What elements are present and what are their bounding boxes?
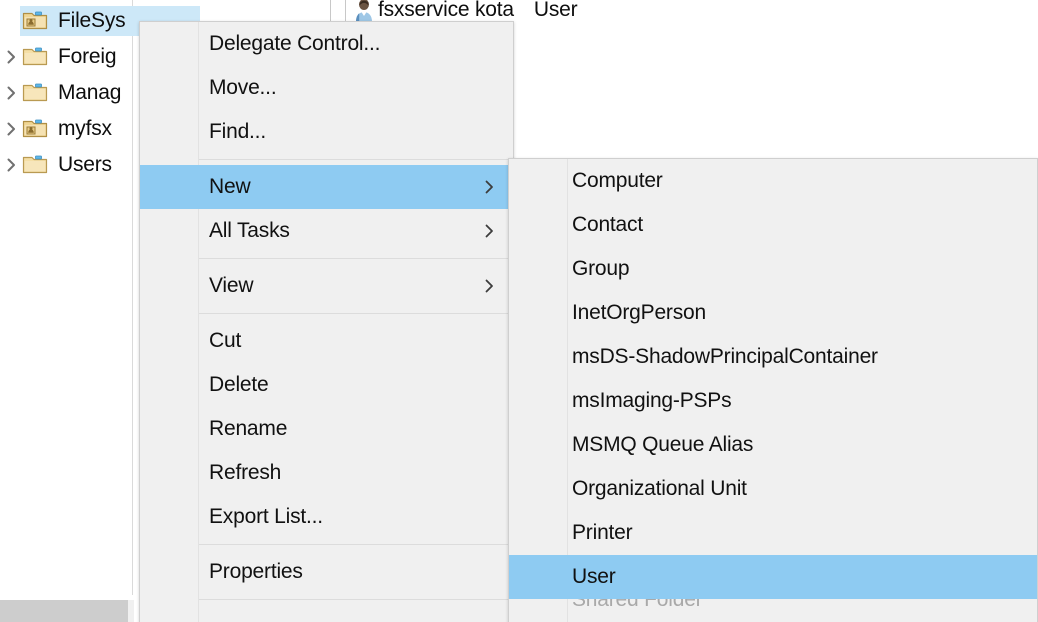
- submenu-item-organizational-unit[interactable]: Organizational Unit: [509, 467, 1037, 511]
- menu-item-label: Rename: [209, 417, 288, 440]
- submenu-item-printer[interactable]: Printer: [509, 511, 1037, 555]
- tree-item-users[interactable]: Users: [0, 147, 133, 183]
- submenu-item-label: MSMQ Queue Alias: [572, 433, 754, 456]
- submenu-item-label: Group: [572, 257, 630, 280]
- submenu-item-label: Computer: [572, 169, 663, 192]
- menu-separator: [199, 544, 513, 545]
- menu-separator: [199, 159, 513, 160]
- column-separator[interactable]: [330, 0, 331, 22]
- menu-item-label: All Tasks: [209, 219, 290, 242]
- new-submenu[interactable]: Computer Contact Group InetOrgPerson msDS-Sh…: [508, 158, 1038, 622]
- user-icon: [352, 0, 378, 21]
- submenu-item-inetorgperson[interactable]: InetOrgPerson: [509, 291, 1037, 335]
- column-separator[interactable]: [345, 0, 346, 22]
- submenu-item-label: msImaging-PSPs: [572, 389, 732, 412]
- folder-icon: [22, 153, 50, 177]
- menu-item-export-list[interactable]: Export List...: [140, 495, 513, 539]
- menu-item-rename[interactable]: Rename: [140, 407, 513, 451]
- menu-item-label: Refresh: [209, 461, 282, 484]
- menu-item-view[interactable]: View: [140, 264, 513, 308]
- tree-item-manag[interactable]: Manag: [0, 75, 133, 111]
- tree-item-label: Users: [58, 153, 112, 176]
- scrollbar-thumb[interactable]: [0, 600, 128, 622]
- submenu-item-shared-folder[interactable]: Shared Folder: [509, 599, 1037, 621]
- menu-separator: [199, 313, 513, 314]
- submenu-item-label: User: [572, 565, 616, 588]
- menu-item-properties[interactable]: Properties: [140, 550, 513, 594]
- folder-icon: [22, 45, 50, 69]
- menu-item-new[interactable]: New: [140, 165, 513, 209]
- submenu-item-label: InetOrgPerson: [572, 301, 706, 324]
- submenu-item-list: Computer Contact Group InetOrgPerson msDS-Sh…: [509, 159, 1037, 621]
- chevron-right-icon[interactable]: [0, 50, 22, 64]
- tree-item-label: FileSys: [58, 9, 126, 32]
- tree-item-label: myfsx: [58, 117, 112, 140]
- menu-item-delete[interactable]: Delete: [140, 363, 513, 407]
- menu-item-label: Cut: [209, 329, 242, 352]
- tree-horizontal-scrollbar[interactable]: [0, 600, 134, 622]
- submenu-item-computer[interactable]: Computer: [509, 159, 1037, 203]
- menu-item-all-tasks[interactable]: All Tasks: [140, 209, 513, 253]
- chevron-right-icon: [484, 223, 495, 239]
- menu-item-label: Delegate Control...: [209, 32, 381, 55]
- ou-folder-icon: [22, 9, 50, 33]
- menu-item-move[interactable]: Move...: [140, 66, 513, 110]
- tree-item-label: Manag: [58, 81, 122, 104]
- list-item-name: fsxservice kota: [378, 0, 514, 21]
- menu-item-label: View: [209, 274, 254, 297]
- tree-item-myfsx[interactable]: myfsx: [0, 111, 133, 147]
- screen-root: fsxservice kota User FileSys Foreig Manag m…: [0, 0, 1038, 622]
- menu-item-label: Properties: [209, 560, 303, 583]
- menu-item-label: New: [209, 175, 251, 198]
- chevron-right-icon[interactable]: [0, 158, 22, 172]
- submenu-item-msmq-queue-alias[interactable]: MSMQ Queue Alias: [509, 423, 1037, 467]
- submenu-item-label: Contact: [572, 213, 643, 236]
- menu-item-label: Find...: [209, 120, 266, 143]
- submenu-item-label: msDS-ShadowPrincipalContainer: [572, 345, 878, 368]
- submenu-item-label: Printer: [572, 521, 633, 544]
- chevron-right-icon: [484, 278, 495, 294]
- chevron-right-icon: [484, 179, 495, 195]
- menu-item-label: Move...: [209, 76, 277, 99]
- menu-item-find[interactable]: Find...: [140, 110, 513, 154]
- chevron-right-icon[interactable]: [0, 86, 22, 100]
- submenu-item-msds-shadowprincipalcontainer[interactable]: msDS-ShadowPrincipalContainer: [509, 335, 1037, 379]
- menu-item-delegate-control[interactable]: Delegate Control...: [140, 22, 513, 66]
- list-item[interactable]: fsxservice kota User: [352, 0, 578, 22]
- menu-item-refresh[interactable]: Refresh: [140, 451, 513, 495]
- submenu-item-label: Organizational Unit: [572, 477, 747, 500]
- submenu-item-label: Shared Folder: [572, 599, 703, 611]
- folder-icon: [22, 81, 50, 105]
- list-panel: fsxservice kota User: [134, 0, 1038, 22]
- menu-item-label: Delete: [209, 373, 269, 396]
- submenu-item-contact[interactable]: Contact: [509, 203, 1037, 247]
- chevron-right-icon[interactable]: [0, 122, 22, 136]
- menu-item-label: Export List...: [209, 505, 323, 528]
- menu-separator: [199, 258, 513, 259]
- context-menu[interactable]: Delegate Control... Move... Find... New All …: [139, 21, 514, 622]
- ou-folder-icon: [22, 117, 50, 141]
- list-item-type: User: [533, 0, 578, 21]
- menu-item-cut[interactable]: Cut: [140, 319, 513, 363]
- tree-item-filesys[interactable]: FileSys: [0, 3, 133, 39]
- submenu-item-group[interactable]: Group: [509, 247, 1037, 291]
- tree-item-foreig[interactable]: Foreig: [0, 39, 133, 75]
- tree-item-label: Foreig: [58, 45, 117, 68]
- submenu-item-msimaging-psps[interactable]: msImaging-PSPs: [509, 379, 1037, 423]
- menu-separator: [199, 599, 513, 600]
- submenu-item-user[interactable]: User: [509, 555, 1037, 599]
